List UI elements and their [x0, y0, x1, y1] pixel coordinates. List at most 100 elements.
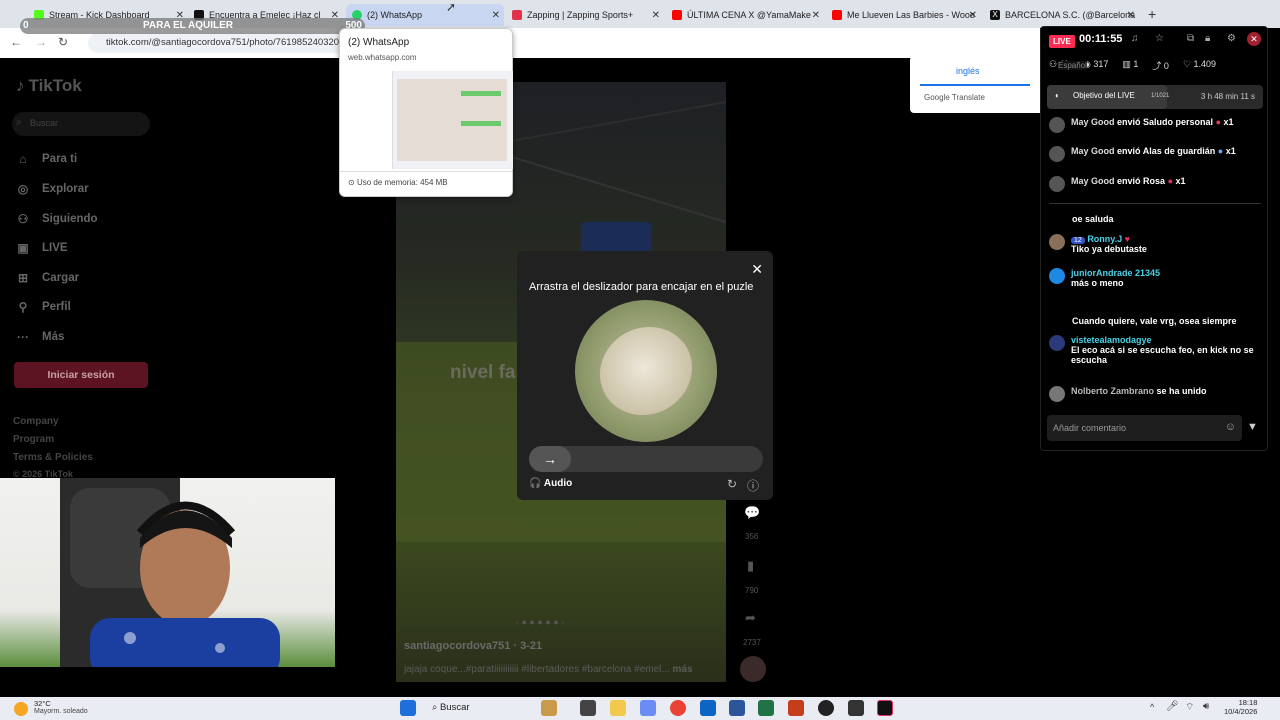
powerpoint-icon[interactable]: [788, 700, 804, 716]
music-disc-icon[interactable]: [740, 656, 766, 682]
comment-icon[interactable]: 💬: [744, 505, 760, 521]
obs-icon[interactable]: [818, 700, 834, 716]
streamer-illustration: [60, 478, 280, 667]
more-link[interactable]: más: [672, 664, 692, 675]
footer-company[interactable]: Company: [13, 416, 59, 427]
close-icon[interactable]: ✕: [652, 10, 660, 21]
excel-icon[interactable]: [758, 700, 774, 716]
star-icon[interactable]: ☆: [1155, 33, 1164, 44]
new-tab-icon[interactable]: +: [1148, 6, 1156, 22]
menu-item-perfil[interactable]: ⚲ Perfil: [16, 300, 71, 314]
close-icon[interactable]: ✕: [1127, 10, 1135, 21]
memory-usage: ⊙ Uso de memoria: 454 MB: [348, 178, 448, 187]
tab-x[interactable]: X BARCELONA S.C. (@Barcelona ✕: [984, 4, 1139, 26]
menu-item-mas[interactable]: ··· Más: [16, 330, 64, 344]
comment-count: 356: [745, 532, 759, 541]
weather-icon[interactable]: [14, 702, 28, 716]
captcha-puzzle-image: [575, 300, 717, 442]
close-live-icon[interactable]: ✕: [1247, 32, 1261, 46]
menu-item-cargar[interactable]: ⊞ Cargar: [16, 271, 79, 285]
live-goal-bar[interactable]: ◐ Objetivo del LIVE 1/1021 3 h 48 min 11…: [1047, 85, 1263, 109]
overlay-min: 0: [23, 20, 29, 31]
live-badge: LIVE: [1049, 35, 1075, 48]
home-icon: ⌂: [19, 152, 27, 166]
menu-item-live[interactable]: ▣ LIVE: [16, 241, 67, 255]
filter-icon[interactable]: ▼: [1247, 421, 1258, 433]
avatar: [1049, 176, 1065, 192]
weather-temp[interactable]: 32°C: [34, 699, 51, 708]
live-timer: 00:11:55: [1079, 33, 1123, 45]
share-icon: ⤴: [1152, 61, 1162, 71]
preview-title: (2) WhatsApp: [348, 37, 410, 48]
refresh-icon[interactable]: ↻: [727, 477, 737, 491]
volume-icon[interactable]: 🔊︎: [1203, 701, 1209, 712]
slider-arrow-icon[interactable]: →: [529, 446, 571, 472]
carousel-dots[interactable]: ‹ ● ● ● ● ● ›: [516, 617, 564, 627]
weather-desc: Mayorm. soleado: [34, 708, 88, 715]
music-icon[interactable]: ♫: [1131, 33, 1139, 44]
chat-message: vistetealamodagye El eco acá si se escuch…: [1049, 335, 1264, 365]
captcha-rotating-piece[interactable]: [583, 310, 709, 432]
footer-program[interactable]: Program: [13, 434, 54, 445]
viewers-icon: ⚇: [1049, 59, 1058, 69]
close-icon[interactable]: ✕: [969, 10, 977, 21]
url-field[interactable]: tiktok.com/@santiagocordova751/photo/761…: [88, 33, 348, 53]
windows-taskbar: 32°C Mayorm. soleado ⌕ Buscar ^ 🎤︎ ⌔ 🔊︎ …: [0, 697, 1280, 720]
file-explorer-icon[interactable]: [610, 700, 626, 716]
login-button[interactable]: Iniciar sesión: [14, 362, 148, 388]
popout-icon[interactable]: ⧉: [1187, 33, 1194, 44]
game-icon[interactable]: [541, 700, 557, 716]
avatar: [1049, 268, 1065, 284]
clock[interactable]: 18:18 10/4/2026: [1224, 698, 1257, 716]
share-count: 2737: [743, 638, 761, 647]
search-input[interactable]: ⌕ Buscar: [12, 112, 150, 136]
tiktok-logo[interactable]: ♪ TikTok: [16, 76, 82, 96]
close-icon[interactable]: ✕: [492, 10, 500, 21]
store-icon[interactable]: [700, 700, 716, 716]
goal-icon: ◐: [1055, 91, 1060, 100]
captcha-audio-button[interactable]: 🎧 Audio: [529, 478, 572, 489]
avatar: [1049, 117, 1065, 133]
tab-youtube-1[interactable]: ÚLTIMA CENA X @YamaMake ✕: [666, 4, 824, 26]
word-icon[interactable]: [729, 700, 745, 716]
menu-item-siguiendo[interactable]: ⚇ Siguiendo: [16, 212, 98, 226]
info-icon[interactable]: ⓘ: [747, 477, 759, 494]
chrome-icon[interactable]: [670, 700, 686, 716]
tray-chevron-icon[interactable]: ^: [1150, 702, 1154, 712]
avatar: [1049, 146, 1065, 162]
captcha-slider-track[interactable]: →: [529, 446, 763, 472]
share-icon[interactable]: ➦: [745, 610, 756, 626]
lock-icon[interactable]: 🔒︎: [1205, 33, 1210, 44]
taskbar-search[interactable]: ⌕ Buscar: [432, 702, 470, 713]
comment-input[interactable]: Añadir comentario ☺: [1047, 415, 1242, 441]
settings-icon[interactable]: ⚙: [1227, 33, 1236, 44]
goal-time: 3 h 48 min 11 s: [1200, 92, 1255, 101]
tab-youtube-2[interactable]: Me Llueven Las Barbies - Wooo ✕: [826, 4, 981, 26]
mic-icon[interactable]: 🎤︎: [1166, 701, 1179, 712]
copilot-icon[interactable]: [640, 700, 656, 716]
live-icon: ▣: [17, 241, 29, 255]
close-icon[interactable]: ✕: [751, 261, 763, 278]
wifi-icon[interactable]: ⌔: [1185, 701, 1194, 714]
close-icon[interactable]: ✕: [812, 10, 820, 21]
translate-tab-ingles[interactable]: inglés: [956, 66, 980, 76]
back-icon[interactable]: ←: [10, 35, 22, 49]
windows-start-icon[interactable]: [400, 700, 416, 716]
tiktok-live-studio-icon[interactable]: [877, 700, 893, 716]
forward-icon[interactable]: →: [35, 35, 47, 49]
gift-icon: ●: [1167, 176, 1173, 186]
overlay-title: PARA EL AQUILER: [143, 20, 234, 31]
bookmark-icon[interactable]: ▮: [747, 558, 754, 574]
footer-terms[interactable]: Terms & Policies: [13, 452, 93, 463]
emoji-icon[interactable]: ☺: [1225, 421, 1236, 433]
task-view-icon[interactable]: [580, 700, 596, 716]
post-author[interactable]: santiagocordova751 · 3-21: [404, 640, 542, 652]
menu-item-para-ti[interactable]: ⌂ Para ti: [16, 152, 77, 166]
chat-message: juniorAndrade 21345 más o meno: [1049, 268, 1264, 288]
app-icon[interactable]: [848, 700, 864, 716]
gift-event: May Good envió Saludo personal ● x1: [1049, 117, 1264, 133]
menu-item-explorar[interactable]: ◎ Explorar: [16, 182, 89, 196]
tab-whatsapp[interactable]: (2) WhatsApp ✕: [346, 4, 504, 26]
tab-zapping[interactable]: Zapping | Zapping Sports+ ✕: [506, 4, 664, 26]
reload-icon[interactable]: ↻: [58, 35, 68, 49]
